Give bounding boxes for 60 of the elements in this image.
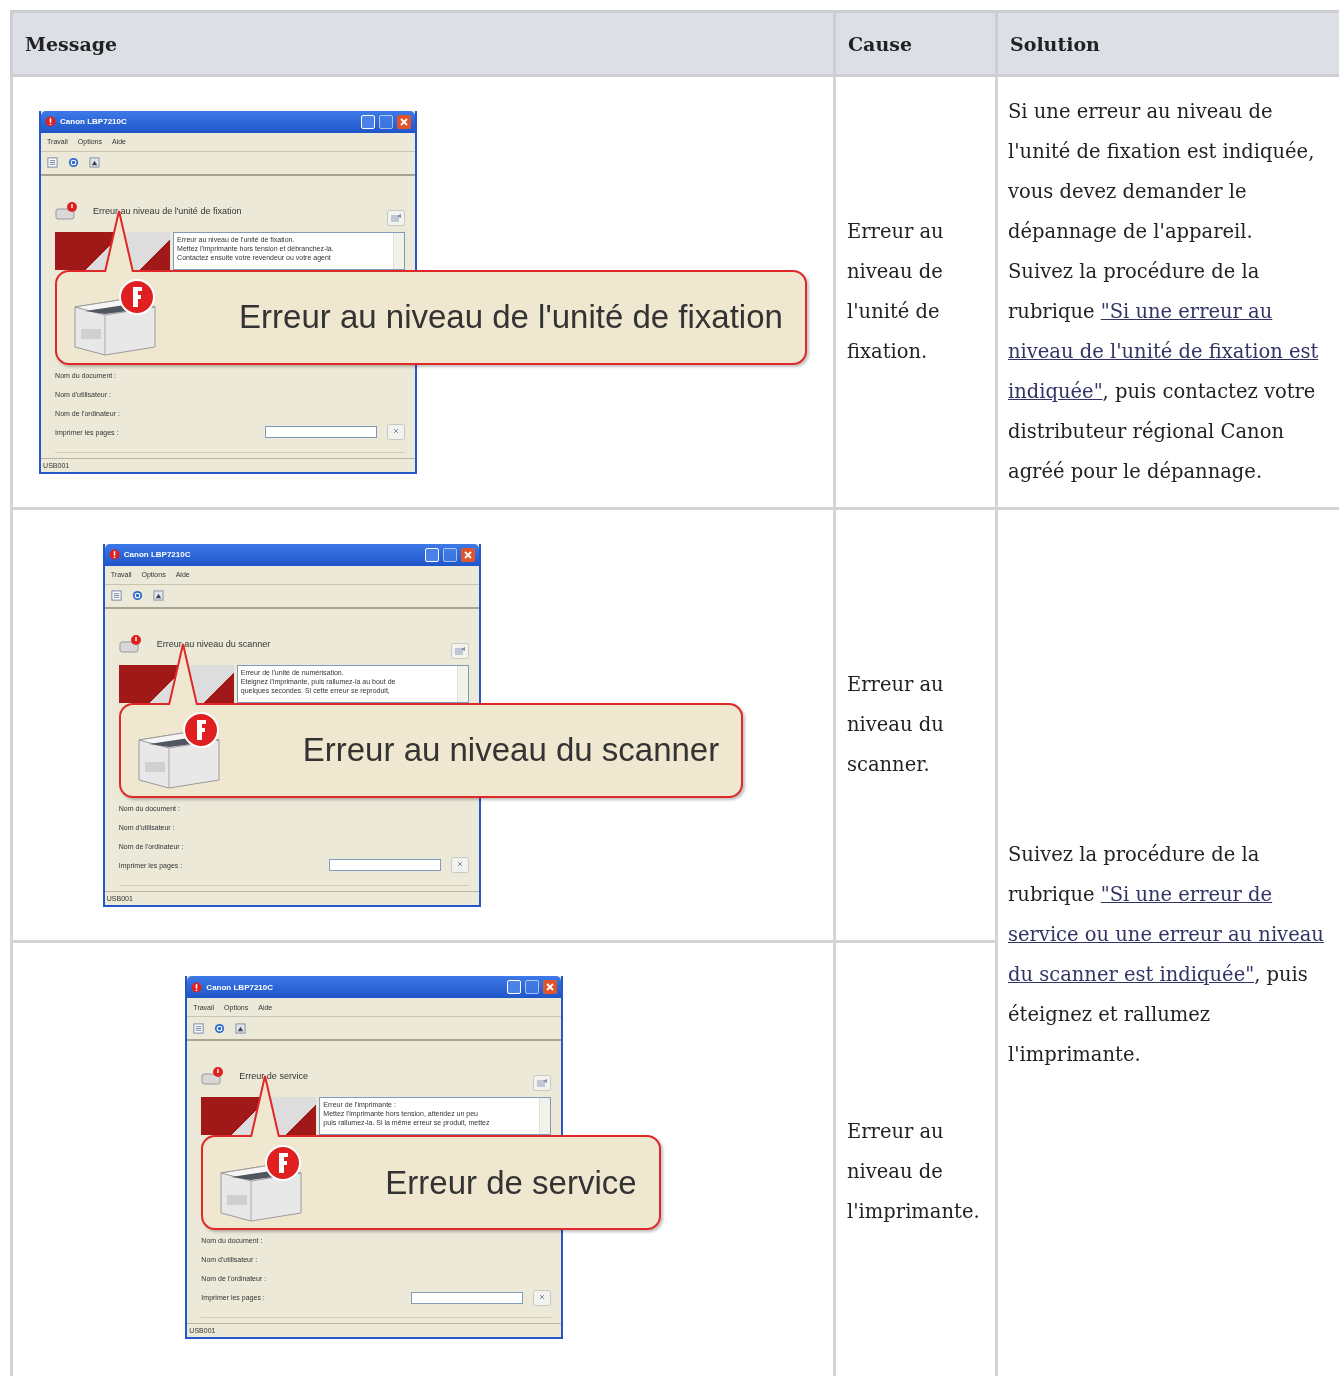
help-link[interactable]: niveau de l'unité de fixation est: [1008, 340, 1319, 363]
clear-button[interactable]: [450, 857, 469, 873]
close-button[interactable]: [397, 114, 412, 129]
minimize-button[interactable]: [361, 114, 376, 129]
scrollbar[interactable]: [393, 232, 405, 269]
note-icon[interactable]: [387, 209, 406, 226]
refresh-icon[interactable]: [68, 157, 80, 168]
minimize-button[interactable]: [424, 547, 439, 562]
printer-icon[interactable]: [235, 1022, 247, 1034]
cause-text: Erreur au niveau de l'imprimante.: [847, 1120, 980, 1223]
printer-error-icon: [55, 200, 80, 221]
column-header: Cause: [834, 11, 997, 76]
input-field[interactable]: [265, 426, 378, 438]
printer-icon[interactable]: [152, 590, 164, 601]
scrollbar[interactable]: [539, 1098, 551, 1134]
document-icon[interactable]: [47, 157, 59, 168]
document-icon[interactable]: [110, 590, 122, 601]
window-title: Canon LBP7210C: [206, 982, 275, 992]
column-header: Message: [11, 11, 835, 76]
callout-text: Erreur de service: [385, 1163, 637, 1202]
help-link[interactable]: "Si une erreur de: [1100, 882, 1273, 906]
note-icon[interactable]: [450, 642, 469, 659]
input-field[interactable]: [411, 1291, 524, 1304]
status-message: Erreur de service: [239, 1071, 309, 1081]
solution-text: Si une erreur au niveau de l'unité de fixation est indiquée, vous devez demander le dépannage de l'appareil.: [1008, 99, 1316, 245]
help-link[interactable]: "Si une erreur au: [1100, 300, 1273, 323]
document-icon[interactable]: [193, 1022, 205, 1034]
window-title: Canon LBP7210C: [123, 550, 192, 559]
maximize-button[interactable]: [379, 114, 394, 129]
status-message: Erreur au niveau de l'unité de fixation: [93, 205, 243, 216]
printer-icon[interactable]: [89, 157, 101, 168]
maximize-button[interactable]: [442, 547, 457, 562]
help-link[interactable]: indiquée": [1008, 380, 1103, 403]
clear-button[interactable]: [387, 424, 406, 440]
help-link[interactable]: service ou une erreur au niveau: [1008, 922, 1324, 946]
maximize-button[interactable]: [525, 980, 540, 994]
printer-error-icon: [118, 633, 143, 654]
help-link[interactable]: du scanner est indiquée": [1008, 962, 1255, 986]
printer-error-icon: [201, 1066, 226, 1086]
input-field[interactable]: [328, 859, 441, 871]
minimize-button[interactable]: [507, 980, 522, 994]
status-message: Erreur au niveau du scanner: [156, 638, 272, 649]
column-header: Solution: [996, 11, 1339, 76]
cause-text: Erreur au niveau de l'unité de fixation.: [847, 220, 944, 363]
scrollbar[interactable]: [456, 665, 468, 702]
window-title: Canon LBP7210C: [60, 117, 128, 126]
callout-text: Erreur au niveau de l'unité de fixation: [239, 298, 783, 336]
error-icon: [191, 981, 203, 993]
callout-text: Erreur au niveau du scanner: [302, 731, 720, 769]
clear-button[interactable]: [533, 1289, 552, 1306]
solution-text: Suivez la procédure de la rubrique "Si une erreur de service ou une erreur au niveau du scanner est indiquée", puis éteignez et rallumez l'imprimante.: [1008, 841, 1325, 1068]
error-icon: [45, 116, 57, 127]
cause-text: Erreur au niveau du scanner.: [847, 673, 944, 776]
error-icon: [108, 549, 120, 560]
note-icon[interactable]: [533, 1075, 552, 1091]
solution-text: Suivez la procédure de la rubrique "Si une erreur au niveau de l'unité de fixation est indiquée", puis contactez votre distributeur régional Canon agréé pour le dépannage.: [1008, 259, 1320, 485]
close-button[interactable]: [460, 547, 475, 562]
close-button[interactable]: [543, 980, 558, 994]
refresh-icon[interactable]: [131, 590, 143, 601]
refresh-icon[interactable]: [214, 1022, 226, 1034]
